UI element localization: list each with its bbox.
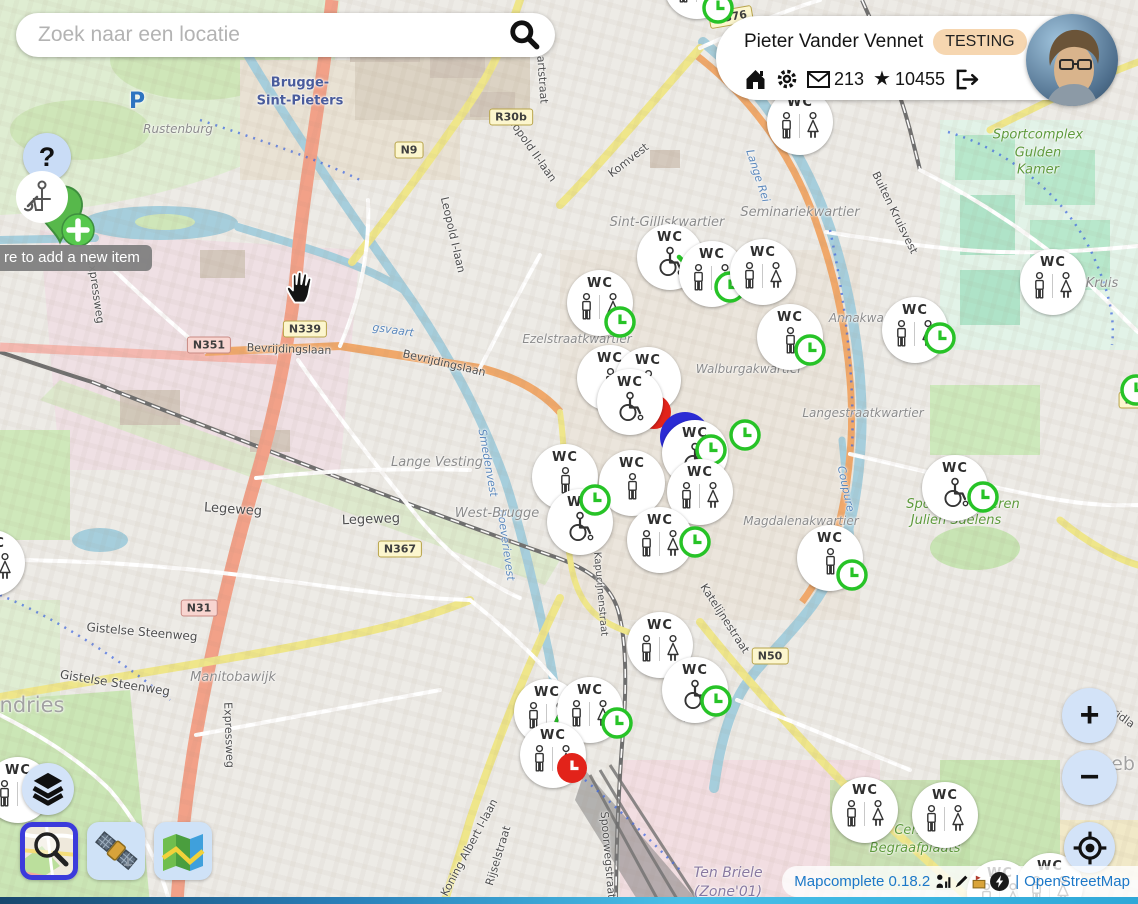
wheelchair-icon bbox=[612, 390, 648, 422]
attribution-separator: | bbox=[1015, 873, 1019, 890]
male-female-icon bbox=[779, 110, 822, 142]
person-icon bbox=[783, 325, 798, 357]
background-map-button[interactable] bbox=[154, 822, 212, 880]
wc-label: WC bbox=[1040, 256, 1066, 269]
testing-badge: TESTING bbox=[933, 29, 1026, 55]
map-app: Brugge- Sint-PietersRustenburgVaartstraa… bbox=[0, 0, 1138, 904]
attribution-icons bbox=[935, 871, 1010, 892]
bottom-strip bbox=[0, 897, 1138, 904]
male-female-icon bbox=[1032, 270, 1075, 302]
user-name: Pieter Vander Vennet bbox=[744, 31, 923, 53]
wc-label: WC bbox=[817, 532, 843, 545]
male-female-icon bbox=[894, 318, 937, 350]
messages-count: 213 bbox=[834, 69, 864, 90]
wc-label: WC bbox=[0, 537, 5, 550]
male-female-icon bbox=[0, 551, 13, 583]
wc-label: WC bbox=[647, 619, 673, 632]
toilet-marker[interactable]: WC bbox=[627, 507, 693, 573]
toilet-marker[interactable]: WC bbox=[662, 657, 728, 723]
male-female-icon bbox=[569, 698, 612, 730]
layers-icon[interactable] bbox=[22, 763, 74, 815]
toilet-marker[interactable]: WC bbox=[730, 239, 796, 305]
male-female-icon bbox=[676, 0, 719, 6]
toilet-marker[interactable]: WC bbox=[520, 722, 586, 788]
wc-label: WC bbox=[647, 514, 673, 527]
zoom-in-button[interactable]: + bbox=[1062, 688, 1117, 743]
wc-label: WC bbox=[577, 684, 603, 697]
changesets-count: 10455 bbox=[895, 69, 945, 90]
background-chooser bbox=[20, 822, 212, 880]
wc-label: WC bbox=[699, 248, 725, 261]
toilet-marker[interactable]: WC bbox=[912, 782, 978, 848]
male-female-icon bbox=[639, 528, 682, 560]
logout-icon[interactable] bbox=[954, 69, 979, 90]
wc-label: WC bbox=[750, 246, 776, 259]
male-female-icon bbox=[844, 798, 887, 830]
toilet-marker[interactable]: WC bbox=[797, 525, 863, 591]
wc-label: WC bbox=[902, 304, 928, 317]
messages-button[interactable]: 213 bbox=[807, 69, 864, 90]
wc-label: WC bbox=[687, 466, 713, 479]
male-female-icon bbox=[679, 480, 722, 512]
toilet-marker[interactable]: WC bbox=[832, 777, 898, 843]
wc-label: WC bbox=[932, 789, 958, 802]
background-osm-button[interactable] bbox=[20, 822, 78, 880]
add-new-item-pin[interactable] bbox=[12, 168, 107, 248]
attribution-bar: Mapcomplete 0.18.2 | OpenStreetMap bbox=[782, 866, 1138, 897]
male-female-icon bbox=[579, 291, 622, 323]
toilet-marker[interactable]: WC bbox=[882, 297, 948, 363]
wc-label: WC bbox=[657, 231, 683, 244]
add-item-tooltip: re to add a new item bbox=[0, 245, 152, 271]
male-female-icon bbox=[691, 262, 734, 294]
settings-gear-icon[interactable] bbox=[776, 68, 798, 90]
wc-label: WC bbox=[682, 427, 708, 440]
wheelchair-icon bbox=[562, 510, 598, 542]
male-female-icon bbox=[742, 260, 785, 292]
star-icon: ★ bbox=[873, 69, 891, 89]
search-bar bbox=[16, 13, 555, 57]
wc-label: WC bbox=[587, 277, 613, 290]
wc-label: WC bbox=[682, 664, 708, 677]
wc-label: WC bbox=[552, 451, 578, 464]
avatar[interactable] bbox=[1026, 14, 1118, 106]
male-female-icon bbox=[924, 803, 967, 835]
toilet-marker[interactable]: WC bbox=[567, 270, 633, 336]
changesets-button[interactable]: ★ 10455 bbox=[873, 69, 945, 90]
community-icon[interactable] bbox=[971, 874, 987, 889]
wheelchair-icon bbox=[937, 476, 973, 508]
home-button[interactable] bbox=[744, 68, 767, 90]
mapcomplete-link[interactable]: Mapcomplete 0.18.2 bbox=[794, 873, 930, 890]
wc-label: WC bbox=[777, 311, 803, 324]
wc-label: WC bbox=[617, 376, 643, 389]
toilet-marker[interactable]: WC bbox=[597, 369, 663, 435]
zoom-out-button[interactable]: − bbox=[1062, 750, 1117, 805]
person-icon bbox=[625, 471, 640, 503]
toilet-marker[interactable]: WC bbox=[922, 455, 988, 521]
wc-label: WC bbox=[852, 784, 878, 797]
wc-label: WC bbox=[540, 729, 566, 742]
openstreetmap-link[interactable]: OpenStreetMap bbox=[1024, 873, 1130, 890]
toilet-marker[interactable]: WC bbox=[757, 304, 823, 370]
search-icon[interactable] bbox=[507, 17, 543, 53]
background-satellite-button[interactable] bbox=[87, 822, 145, 880]
wc-label: WC bbox=[942, 462, 968, 475]
wc-label: WC bbox=[534, 686, 560, 699]
wc-label: WC bbox=[567, 496, 593, 509]
wc-label: WC bbox=[619, 457, 645, 470]
wc-label: WC bbox=[635, 354, 661, 367]
search-input[interactable] bbox=[36, 22, 507, 48]
male-female-icon bbox=[639, 633, 682, 665]
wheelchair-icon bbox=[677, 678, 713, 710]
statistics-icon[interactable] bbox=[935, 873, 952, 890]
toilet-marker[interactable]: WC bbox=[1020, 249, 1086, 315]
external-tool-icon[interactable] bbox=[989, 871, 1010, 892]
pencil-icon[interactable] bbox=[954, 874, 969, 889]
toilet-marker[interactable]: WC bbox=[547, 489, 613, 555]
male-female-icon bbox=[532, 743, 575, 775]
person-icon bbox=[823, 546, 838, 578]
